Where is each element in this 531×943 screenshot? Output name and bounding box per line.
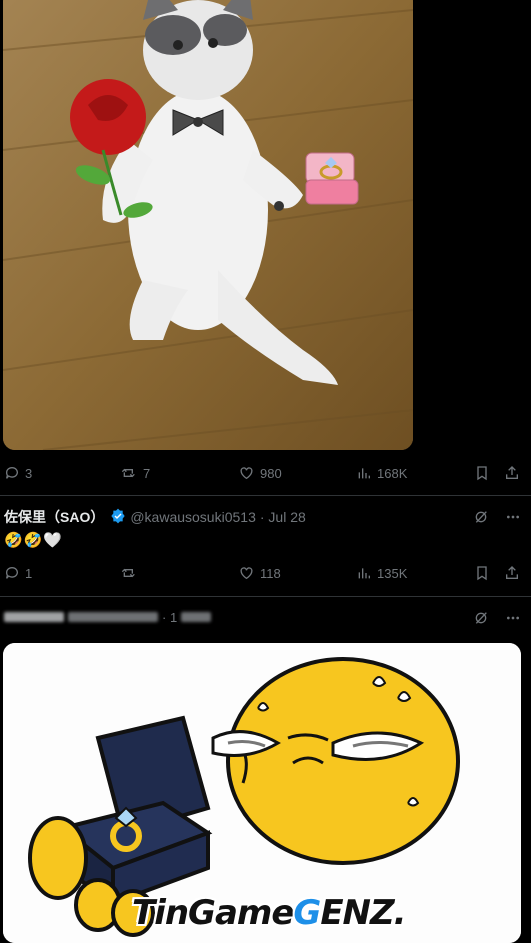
author-handle[interactable]: @kawausosuki0513 <box>130 509 256 525</box>
divider <box>0 495 531 496</box>
views-chart-icon <box>358 568 370 579</box>
watermark-text-accent: G <box>293 893 321 933</box>
repost-icon <box>121 568 135 578</box>
post-time[interactable]: · Jul 28 <box>260 509 306 525</box>
reply-header: 佐保里（SAO） @kawausosuki0513 · Jul 28 <box>4 507 306 527</box>
watermark-text-part2: ENZ. <box>320 893 406 933</box>
reply-icon <box>5 467 18 479</box>
views-chart-icon <box>358 468 370 479</box>
blurred-time <box>181 612 212 622</box>
blurred-author-header: · 1 <box>4 608 212 626</box>
views-button[interactable]: 135K <box>356 560 407 586</box>
like-button[interactable]: 980 <box>238 460 282 486</box>
share-icon <box>506 466 518 479</box>
watermark-text-part1: TinGame <box>132 893 294 933</box>
cat-illustration <box>3 0 413 450</box>
more-options-icon[interactable] <box>505 610 521 626</box>
share-icon <box>506 566 518 579</box>
like-button[interactable]: 118 <box>238 560 281 586</box>
post-time: · 1 <box>162 609 178 625</box>
reply-header-icons <box>473 509 521 525</box>
site-watermark-logo: TinGameGENZ. <box>132 893 407 933</box>
verified-badge-icon <box>110 508 126 527</box>
reply-button[interactable]: 1 <box>4 560 32 586</box>
post3-header-icons <box>473 610 521 626</box>
repost-icon <box>121 468 135 478</box>
bookmark-icon <box>477 566 487 581</box>
share-button[interactable] <box>504 460 520 486</box>
heart-icon <box>240 467 253 480</box>
views-count: 135K <box>377 565 408 581</box>
more-options-icon[interactable] <box>505 509 521 525</box>
blurred-handle <box>68 612 158 622</box>
post-image-cat[interactable] <box>3 0 413 450</box>
bookmark-button[interactable] <box>474 460 490 486</box>
like-count: 980 <box>260 465 282 481</box>
repost-count: 7 <box>143 465 151 481</box>
reply-count: 1 <box>25 565 33 581</box>
bookmark-button[interactable] <box>474 560 490 586</box>
share-button[interactable] <box>504 560 520 586</box>
post-action-bar: 3 7 980 168K <box>0 460 531 486</box>
bookmark-icon <box>477 466 487 481</box>
views-count: 168K <box>377 465 408 481</box>
reply-text: 🤣🤣🤍 <box>4 532 64 549</box>
reply-button[interactable]: 3 <box>4 460 32 486</box>
repost-button[interactable] <box>120 560 143 586</box>
reply-action-bar: 1 118 135K <box>0 560 531 586</box>
blurred-name <box>4 612 64 622</box>
heart-icon <box>240 567 253 580</box>
reply-icon <box>5 567 18 579</box>
views-button[interactable]: 168K <box>356 460 407 486</box>
like-count: 118 <box>260 565 281 581</box>
reply-count: 3 <box>25 465 33 481</box>
grok-icon[interactable] <box>473 509 489 525</box>
repost-button[interactable]: 7 <box>120 460 150 486</box>
author-name[interactable]: 佐保里（SAO） <box>4 507 104 527</box>
divider <box>0 596 531 597</box>
grok-icon[interactable] <box>473 610 489 626</box>
